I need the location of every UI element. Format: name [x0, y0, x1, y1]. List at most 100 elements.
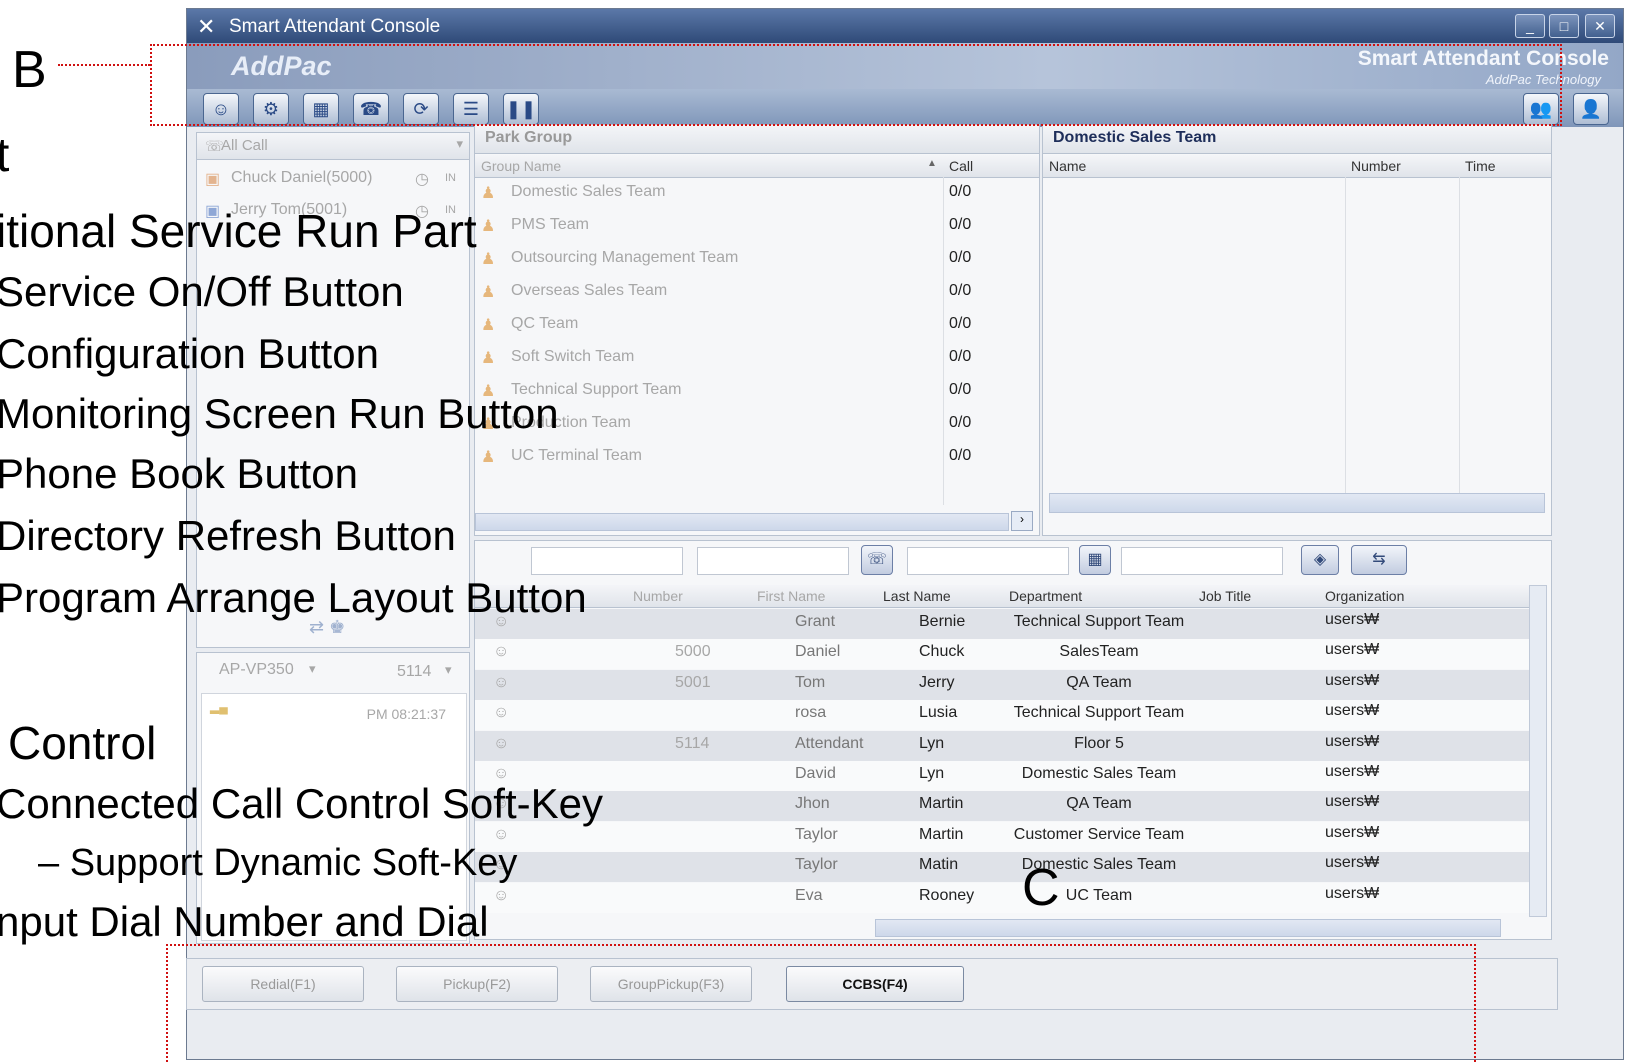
group-name: Soft Switch Team — [511, 348, 635, 365]
extension-select[interactable]: 5114 — [397, 663, 431, 681]
col-group-name[interactable]: Group Name — [481, 158, 561, 174]
park-group-row[interactable]: ♟ Overseas Sales Team 0/0 — [475, 276, 1039, 309]
maximize-button[interactable]: □ — [1549, 14, 1579, 38]
region-b-outline — [150, 44, 1562, 126]
park-group-row[interactable]: ♟ Soft Switch Team 0/0 — [475, 342, 1039, 375]
department-cell: Customer Service Team — [1013, 825, 1185, 843]
col-number[interactable]: Number — [633, 588, 683, 604]
search-field-2[interactable] — [697, 547, 849, 575]
group-call-count: 0/0 — [949, 315, 972, 332]
call-transfer-button[interactable]: ⇆ — [1351, 545, 1407, 575]
directory-row[interactable]: ☺ 5001 Tom Jerry QA Team users₩ — [475, 669, 1529, 700]
chevron-down-icon[interactable]: ▾ — [309, 661, 316, 677]
number-cell: 5114 — [675, 734, 710, 752]
department-cell: Technical Support Team — [1013, 613, 1185, 630]
horizontal-scrollbar[interactable] — [1049, 493, 1545, 513]
clear-button[interactable]: ◈ — [1301, 545, 1339, 575]
first-name-cell: Attendant — [795, 734, 864, 752]
scroll-right-button[interactable]: › — [1011, 511, 1033, 531]
col-first-name[interactable]: First Name — [757, 588, 825, 604]
search-field-4[interactable] — [1121, 547, 1283, 575]
directory-row[interactable]: ☺ Taylor Martin Customer Service Team users₩ — [475, 821, 1529, 852]
last-name-cell: Lyn — [919, 765, 945, 782]
presence-icon: ☺ — [493, 643, 510, 661]
last-name-cell: Rooney — [919, 886, 975, 904]
call-filter-select[interactable]: ☏ All Call ▾ — [197, 133, 469, 160]
directory-row[interactable]: ☺ Taylor Matin Domestic Sales Team users₩ — [475, 852, 1529, 883]
group-icon: ♟ — [481, 251, 496, 268]
col-name[interactable]: Name — [1049, 158, 1086, 174]
directory-row[interactable]: ☺ Jhon Martin QA Team users₩ — [475, 791, 1529, 822]
last-name-cell: Martin — [919, 825, 964, 843]
search-field-1[interactable] — [531, 547, 683, 575]
phone-model-select[interactable]: AP-VP350 — [219, 661, 294, 679]
presence-icon: ☺ — [493, 886, 510, 904]
users-config-button[interactable]: 👤 — [1573, 93, 1609, 125]
organization-cell: users₩ — [1325, 732, 1380, 750]
park-group-row[interactable]: ♟ Technical Support Team 0/0 — [475, 375, 1039, 408]
minimize-button[interactable]: _ — [1515, 14, 1545, 38]
last-name-cell: Jerry — [919, 673, 955, 691]
horizontal-scrollbar[interactable] — [875, 919, 1501, 937]
clock-icon: ◷ — [415, 171, 429, 188]
group-icon: ♟ — [481, 185, 496, 202]
directory-row[interactable]: ☺ David Lyn Domestic Sales Team users₩ — [475, 761, 1529, 791]
department-cell: Floor 5 — [1074, 734, 1124, 752]
first-name-cell: Grant — [795, 613, 836, 630]
park-group-row[interactable]: ♟ UC Terminal Team 0/0 — [475, 441, 1039, 474]
directory-row[interactable]: ☺ rosa Lusia Technical Support Team users₩ — [475, 700, 1529, 731]
dial-button[interactable]: ☏ — [861, 545, 893, 575]
col-call[interactable]: Call — [949, 158, 973, 174]
last-name-cell: Lusia — [919, 704, 958, 722]
first-name-cell: Tom — [795, 673, 826, 691]
park-group-row[interactable]: ♟ PMS Team 0/0 — [475, 210, 1039, 243]
organization-cell: users₩ — [1325, 823, 1380, 841]
group-name: UC Terminal Team — [511, 447, 643, 464]
group-icon: ♟ — [481, 218, 496, 235]
organization-cell: users₩ — [1325, 702, 1380, 720]
grid-button[interactable]: ▦ — [1079, 545, 1111, 575]
first-name-cell: Taylor — [795, 856, 838, 874]
horizontal-scrollbar[interactable] — [475, 513, 1009, 531]
group-call-count: 0/0 — [949, 414, 972, 431]
park-group-row[interactable]: ♟ Outsourcing Management Team 0/0 — [475, 243, 1039, 276]
directory-panel: ☏ ▦ ◈ ⇆ Number First Name Last Name Depa… — [474, 540, 1552, 940]
directory-row[interactable]: ☺ 5000 Daniel Chuck SalesTeam users₩ — [475, 639, 1529, 670]
col-organization[interactable]: Organization — [1325, 588, 1404, 604]
directory-row[interactable]: ☺ 5114 Attendant Lyn Floor 5 users₩ — [475, 730, 1529, 761]
last-name-cell: Chuck — [919, 643, 965, 661]
group-call-count: 0/0 — [949, 447, 972, 464]
directory-row[interactable]: ☺ Grant Bernie Technical Support Team users₩ — [475, 609, 1529, 639]
call-filter-value: All Call — [221, 137, 268, 154]
organization-cell: users₩ — [1325, 671, 1380, 689]
park-group-row[interactable]: ♟ QC Team 0/0 — [475, 309, 1039, 342]
overlay-line: Monitoring Screen Run Button — [0, 390, 559, 437]
col-job-title[interactable]: Job Title — [1199, 588, 1251, 604]
organization-cell: users₩ — [1325, 854, 1380, 872]
chevron-down-icon[interactable]: ▾ — [445, 662, 452, 678]
last-name-cell: Bernie — [919, 613, 966, 630]
col-last-name[interactable]: Last Name — [883, 588, 951, 604]
col-department[interactable]: Department — [1009, 588, 1082, 604]
organization-cell: users₩ — [1325, 884, 1380, 902]
park-group-row[interactable]: ♟ Production Team 0/0 — [475, 408, 1039, 441]
label-c: C — [1022, 859, 1060, 917]
col-number[interactable]: Number — [1351, 158, 1401, 174]
organization-cell: users₩ — [1325, 793, 1380, 811]
directory-row[interactable]: ☺ Eva Rooney UC Team users₩ — [475, 882, 1529, 913]
search-field-3[interactable] — [907, 547, 1069, 575]
overlay-heading-partial: t — [0, 129, 10, 182]
park-group-row[interactable]: ♟ Domestic Sales Team 0/0 — [475, 177, 1039, 210]
app-icon: ✕ — [197, 14, 216, 39]
department-cell: QA Team — [1066, 795, 1132, 813]
close-button[interactable]: ✕ — [1585, 14, 1615, 38]
organization-cell: users₩ — [1325, 641, 1380, 659]
call-item[interactable]: ▣ Chuck Daniel(5000) ◷ IN — [197, 163, 469, 196]
col-time[interactable]: Time — [1465, 158, 1496, 174]
vertical-scrollbar[interactable] — [1529, 585, 1547, 917]
number-cell: 5001 — [675, 673, 711, 691]
overlay-line: Service On/Off Button — [0, 268, 404, 315]
first-name-cell: Taylor — [795, 825, 838, 843]
overlay-line: itional Service Run Part — [0, 205, 477, 257]
group-name: Overseas Sales Team — [511, 282, 668, 299]
